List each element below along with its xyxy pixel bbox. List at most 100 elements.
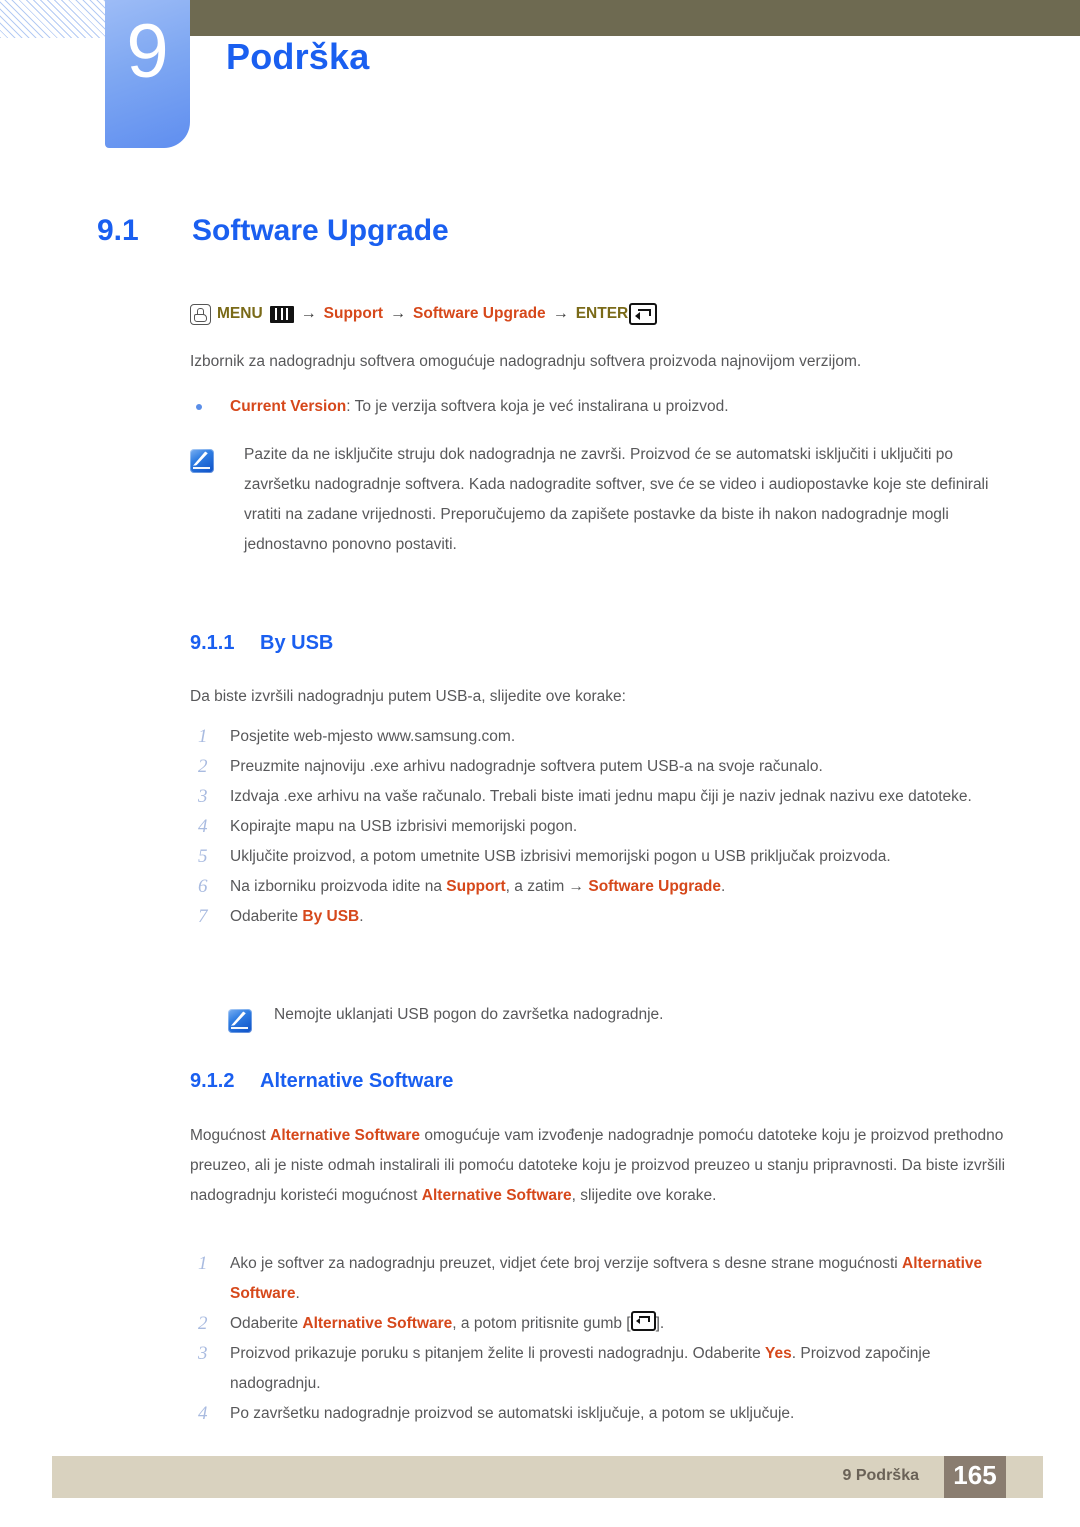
subsection-2-heading: 9.1.2 Alternative Software [190,1070,1012,1093]
step-number: 7 [198,906,208,927]
step-text-after: . [359,908,364,925]
step-text-mid: , a potom pritisnite gumb [ [452,1315,631,1332]
subsection-1-title: By USB [260,632,334,654]
breadcrumb-enter-label: ENTER [575,305,629,322]
list-item: 3 Proizvod prikazuje poruku s pitanjem ž… [190,1339,1012,1399]
subsection-2-number: 9.1.2 [190,1070,235,1092]
para-highlight-2: Alternative Software [421,1187,572,1204]
step-text-after: . [295,1285,300,1302]
intro-paragraph-block: Izbornik za nadogradnju softvera omoguću… [190,347,1012,377]
header-olive-bar [190,0,1080,36]
diagonal-hatch-decoration [0,0,106,38]
page-number: 165 [953,1460,997,1490]
breadcrumb-arrow-3: → [552,305,569,322]
list-item: 7 Odaberite By USB. [190,902,1012,932]
chapter-title: Podrška [226,36,370,77]
step-text-before: Odaberite [230,1315,303,1332]
footer-chapter-label: 9 Podrška [842,1467,919,1484]
subsection-2-paragraph-block: Mogućnost Alternative Software omogućuje… [190,1121,1012,1211]
list-item: 1 Posjetite web-mjesto www.samsung.com. [190,722,1012,752]
note-pencil-icon [190,449,214,473]
section-heading: 9.1 Software Upgrade [97,214,997,248]
step-text: Po završetku nadogradnje proizvod se aut… [230,1405,795,1422]
note-block-1: Pazite da ne isključite struju dok nadog… [190,440,1012,560]
bullet-rest: : To je verzija softvera koja je već ins… [346,398,729,415]
step-highlight-support: Support [446,878,506,895]
subsection-2-steps: 1 Ako je softver za nadogradnju preuzet,… [190,1249,1012,1429]
enter-key-icon [630,1311,656,1331]
step-text: Na izborniku proizvoda idite na Support,… [230,872,1012,902]
step-text: Ako je softver za nadogradnju preuzet, v… [230,1249,1012,1309]
section-title: Software Upgrade [192,214,449,247]
list-item: 2 Preuzmite najnoviju .exe arhivu nadogr… [190,752,1012,782]
list-item: 3 Izdvaja .exe arhivu na vaše računalo. … [190,782,1012,812]
para-part-3: , slijedite ove korake. [571,1187,717,1204]
step-text-after: . [721,878,726,895]
hand-press-icon [190,303,211,325]
list-item: 4 Po završetku nadogradnje proizvod se a… [190,1399,1012,1429]
step-number: 1 [198,1253,208,1274]
list-item: 4 Kopirajte mapu na USB izbrisivi memori… [190,812,1012,842]
step-text-before: Ako je softver za nadogradnju preuzet, v… [230,1255,903,1272]
para-part-1: Mogućnost [190,1127,271,1144]
step-text: Odaberite Alternative Software, a potom … [230,1309,1012,1339]
bullet-text: Current Version: To je verzija softvera … [230,392,1012,422]
note-text-2: Nemojte uklanjati USB pogon do završetka… [274,1006,664,1023]
list-item: Current Version: To je verzija softvera … [190,392,1012,422]
breadcrumb-menu-label: MENU [217,305,263,322]
step-highlight-yes: Yes [765,1345,792,1362]
step-text-before: Proizvod prikazuje poruku s pitanjem žel… [230,1345,766,1362]
list-item: 5 Uključite proizvod, a potom umetnite U… [190,842,1012,872]
step-number: 3 [198,1343,208,1364]
step-text: Preuzmite najnoviju .exe arhivu nadograd… [230,758,823,775]
page-number-box: 165 [944,1456,1006,1498]
step-text: Izdvaja .exe arhivu na vaše računalo. Tr… [230,788,972,805]
subsection-1-lead: Da biste izvršili nadogradnju putem USB-… [190,688,626,705]
list-item: 2 Odaberite Alternative Software, a poto… [190,1309,1012,1339]
section-number: 9.1 [97,214,139,247]
bullet-list: Current Version: To je verzija softvera … [190,392,1012,422]
chapter-number: 9 [126,9,169,94]
breadcrumb-arrow-1: → [300,305,317,322]
note-block-2: Nemojte uklanjati USB pogon do završetka… [228,1000,1012,1033]
step-number: 6 [198,876,208,897]
bullet-dot-icon [190,392,230,410]
step-number: 2 [198,1313,208,1334]
step-text: Odaberite By USB. [230,902,1012,932]
note-icon-wrapper [228,1000,274,1033]
step-number: 3 [198,786,208,807]
step-text-before: Odaberite [230,908,303,925]
step-number: 4 [198,1403,208,1424]
subsection-1-number: 9.1.1 [190,632,235,654]
enter-key-icon [629,303,658,325]
step-highlight-alternative-software: Alternative Software [302,1315,453,1332]
para-highlight-1: Alternative Software [270,1127,421,1144]
step-text: Uključite proizvod, a potom umetnite USB… [230,848,891,865]
bullet-term: Current Version [230,398,347,415]
subsection-1-heading: 9.1.1 By USB [190,632,1012,655]
menu-bars-icon [269,305,294,323]
note-text-1: Pazite da ne isključite struju dok nadog… [244,446,989,553]
note-icon-wrapper [190,440,244,473]
step-text: Posjetite web-mjesto www.samsung.com. [230,728,516,745]
step-highlight-by-usb: By USB [302,908,360,925]
step-text: Kopirajte mapu na USB izbrisivi memorijs… [230,818,578,835]
step-text-after: ]. [655,1315,665,1332]
page-header: 9 Podrška [0,0,1080,160]
step-text-mid: , a zatim → [505,878,589,895]
step-number: 1 [198,726,208,747]
step-text: Proizvod prikazuje poruku s pitanjem žel… [230,1339,1012,1399]
menu-path-breadcrumb: MENU → Support → Software Upgrade → ENTE… [190,303,658,325]
subsection-2-paragraph: Mogućnost Alternative Software omogućuje… [190,1121,1012,1211]
breadcrumb-item-support: Support [323,305,384,322]
page-footer: 9 Podrška 165 [52,1456,1043,1498]
breadcrumb-arrow-2: → [390,305,407,322]
note-pencil-icon [228,1009,252,1033]
chapter-tab: 9 [105,0,190,148]
breadcrumb-item-software-upgrade: Software Upgrade [413,305,546,322]
list-item: 6 Na izborniku proizvoda idite na Suppor… [190,872,1012,902]
intro-paragraph: Izbornik za nadogradnju softvera omoguću… [190,353,862,370]
subsection-1-lead-block: Da biste izvršili nadogradnju putem USB-… [190,682,1012,712]
subsection-1-steps: 1 Posjetite web-mjesto www.samsung.com. … [190,722,1012,932]
step-number: 4 [198,816,208,837]
